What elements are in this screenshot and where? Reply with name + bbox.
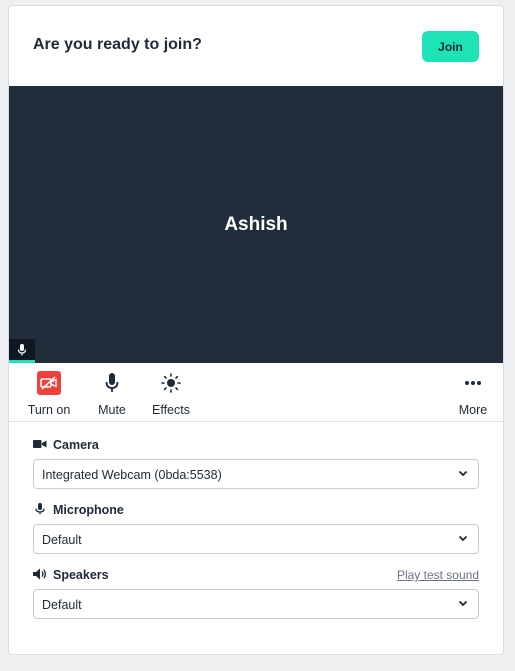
participant-name: Ashish (224, 214, 288, 235)
camera-select-value: Integrated Webcam (0bda:5538) (42, 468, 222, 482)
microphone-icon (105, 373, 119, 392)
chevron-down-icon (458, 470, 468, 477)
more-icon (465, 381, 481, 385)
device-toolbar: Turn on Mute Effects More (9, 363, 503, 422)
camera-label: Camera (53, 438, 99, 452)
microphone-field: Microphone Default (33, 501, 479, 554)
join-button[interactable]: Join (422, 31, 479, 62)
video-preview: Ashish (9, 86, 503, 363)
speaker-icon (33, 568, 47, 580)
microphone-icon (17, 344, 27, 356)
speakers-select-value: Default (42, 598, 82, 612)
speakers-label: Speakers (53, 568, 109, 582)
turn-on-label: Turn on (27, 403, 71, 417)
effects-icon (161, 373, 181, 393)
effects-button[interactable]: Effects (149, 369, 193, 417)
device-settings: Camera Integrated Webcam (0bda:5538) Mic… (33, 436, 479, 631)
turn-on-camera-button[interactable]: Turn on (27, 369, 71, 417)
mute-button[interactable]: Mute (96, 369, 128, 417)
microphone-label: Microphone (53, 503, 124, 517)
prejoin-header: Are you ready to join? Join (9, 6, 503, 86)
page-title: Are you ready to join? (33, 36, 202, 53)
microphone-icon (35, 503, 45, 515)
camera-off-icon (37, 371, 61, 395)
effects-label: Effects (152, 403, 190, 417)
camera-icon (33, 440, 47, 448)
chevron-down-icon (458, 535, 468, 542)
speakers-select[interactable]: Default (33, 589, 479, 619)
microphone-select-value: Default (42, 533, 82, 547)
prejoin-card: Are you ready to join? Join Ashish Turn … (8, 5, 504, 655)
play-test-sound-link[interactable]: Play test sound (397, 568, 479, 582)
microphone-select[interactable]: Default (33, 524, 479, 554)
speakers-field: Speakers Play test sound Default (33, 566, 479, 619)
mute-label: Mute (98, 403, 126, 417)
camera-field: Camera Integrated Webcam (0bda:5538) (33, 436, 479, 489)
more-label: More (458, 403, 488, 417)
chevron-down-icon (458, 600, 468, 607)
camera-select[interactable]: Integrated Webcam (0bda:5538) (33, 459, 479, 489)
more-button[interactable]: More (456, 369, 490, 417)
mic-level-indicator (9, 339, 35, 363)
